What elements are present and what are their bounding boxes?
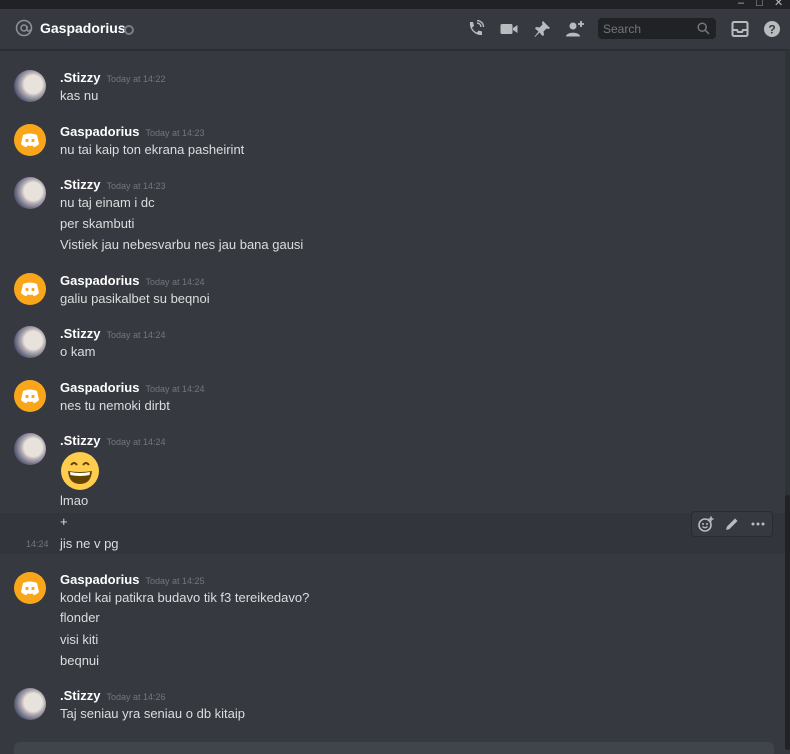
avatar-gaspadorius[interactable]: [14, 572, 46, 604]
message-text: kodel kai patikra budavo tik f3 tereiked…: [60, 590, 310, 605]
pin-icon[interactable]: [532, 20, 552, 38]
minimize-icon[interactable]: –: [738, 0, 744, 9]
channel-name: Gaspadorius: [40, 20, 126, 36]
message-text: o kam: [60, 344, 96, 359]
message-text: beqnui: [60, 653, 100, 668]
message-timestamp: Today at 14:25: [145, 576, 205, 586]
message-text: Vistiek jau nebesvarbu nes jau bana gaus…: [60, 237, 304, 252]
more-options-icon[interactable]: [750, 516, 766, 532]
message-text: nes tu nemoki dirbt: [60, 398, 170, 413]
at-sign-icon: [15, 19, 33, 37]
search-icon: [697, 22, 710, 35]
scrollbar-thumb[interactable]: [785, 495, 790, 750]
close-icon[interactable]: ✕: [774, 0, 783, 9]
hover-timestamp: 14:24: [26, 539, 49, 549]
message-text: flonder: [60, 610, 100, 625]
message-author[interactable]: Gaspadorius Today at 14:25: [60, 572, 205, 587]
discord-logo-icon: [21, 581, 39, 595]
message-author[interactable]: Gaspadorius Today at 14:24: [60, 273, 205, 288]
avatar-stizzy[interactable]: [14, 433, 46, 465]
add-reaction-icon[interactable]: [698, 516, 714, 532]
message-timestamp: Today at 14:23: [145, 128, 205, 138]
voice-call-icon[interactable]: [466, 20, 486, 38]
message-text: galiu pasikalbet su beqnoi: [60, 291, 210, 306]
message-text: jis ne v pg: [60, 536, 119, 551]
avatar-stizzy[interactable]: [14, 177, 46, 209]
discord-logo-icon: [21, 389, 39, 403]
message-composer[interactable]: [14, 742, 774, 754]
message-text: nu taj einam i dc: [60, 195, 155, 210]
avatar-stizzy[interactable]: [14, 688, 46, 720]
message-author[interactable]: .Stizzy Today at 14:22: [60, 70, 166, 85]
avatar-gaspadorius[interactable]: [14, 380, 46, 412]
discord-logo-icon: [21, 282, 39, 296]
message-timestamp: Today at 14:24: [106, 330, 166, 340]
message-timestamp: Today at 14:24: [106, 437, 166, 447]
search-placeholder: Search: [603, 22, 642, 36]
offline-status-icon: [124, 25, 134, 35]
message-timestamp: Today at 14:26: [106, 692, 166, 702]
avatar-gaspadorius[interactable]: [14, 273, 46, 305]
maximize-icon[interactable]: □: [756, 0, 763, 9]
window-titlebar: – □ ✕: [0, 0, 790, 9]
message-timestamp: Today at 14:24: [145, 277, 205, 287]
grinning-emoji-icon[interactable]: [60, 451, 100, 491]
message-toolbar: [691, 511, 773, 537]
message-text: nu tai kaip ton ekrana pasheirint: [60, 142, 245, 157]
message-author[interactable]: .Stizzy Today at 14:26: [60, 688, 166, 703]
inbox-icon[interactable]: [730, 20, 750, 38]
message-author[interactable]: .Stizzy Today at 14:24: [60, 433, 166, 448]
channel-header: Gaspadorius Search ?: [0, 9, 790, 50]
add-friend-icon[interactable]: [565, 20, 585, 38]
help-icon[interactable]: ?: [762, 20, 782, 38]
message-text: Taj seniau yra seniau o db kitaip: [60, 706, 246, 721]
message-author[interactable]: Gaspadorius Today at 14:23: [60, 124, 205, 139]
edit-pencil-icon[interactable]: [724, 516, 740, 532]
discord-logo-icon: [21, 133, 39, 147]
search-input[interactable]: Search: [598, 18, 716, 39]
avatar-stizzy[interactable]: [14, 326, 46, 358]
message-text: visi kiti: [60, 632, 99, 647]
message-text: +: [60, 514, 68, 529]
avatar-stizzy[interactable]: [14, 70, 46, 102]
message-author[interactable]: .Stizzy Today at 14:24: [60, 326, 166, 341]
message-timestamp: Today at 14:22: [106, 74, 166, 84]
message-timestamp: Today at 14:23: [106, 181, 166, 191]
message-author[interactable]: Gaspadorius Today at 14:24: [60, 380, 205, 395]
message-text: per skambuti: [60, 216, 135, 231]
message-text: kas nu: [60, 88, 99, 103]
avatar-gaspadorius[interactable]: [14, 124, 46, 156]
message-timestamp: Today at 14:24: [145, 384, 205, 394]
video-call-icon[interactable]: [499, 20, 519, 38]
svg-text:?: ?: [768, 23, 775, 37]
message-author[interactable]: .Stizzy Today at 14:23: [60, 177, 166, 192]
message-text: lmao: [60, 493, 89, 508]
message-list: 14:24 .Stizzy Today at 14:22 kas nu Gaspa…: [0, 50, 785, 750]
